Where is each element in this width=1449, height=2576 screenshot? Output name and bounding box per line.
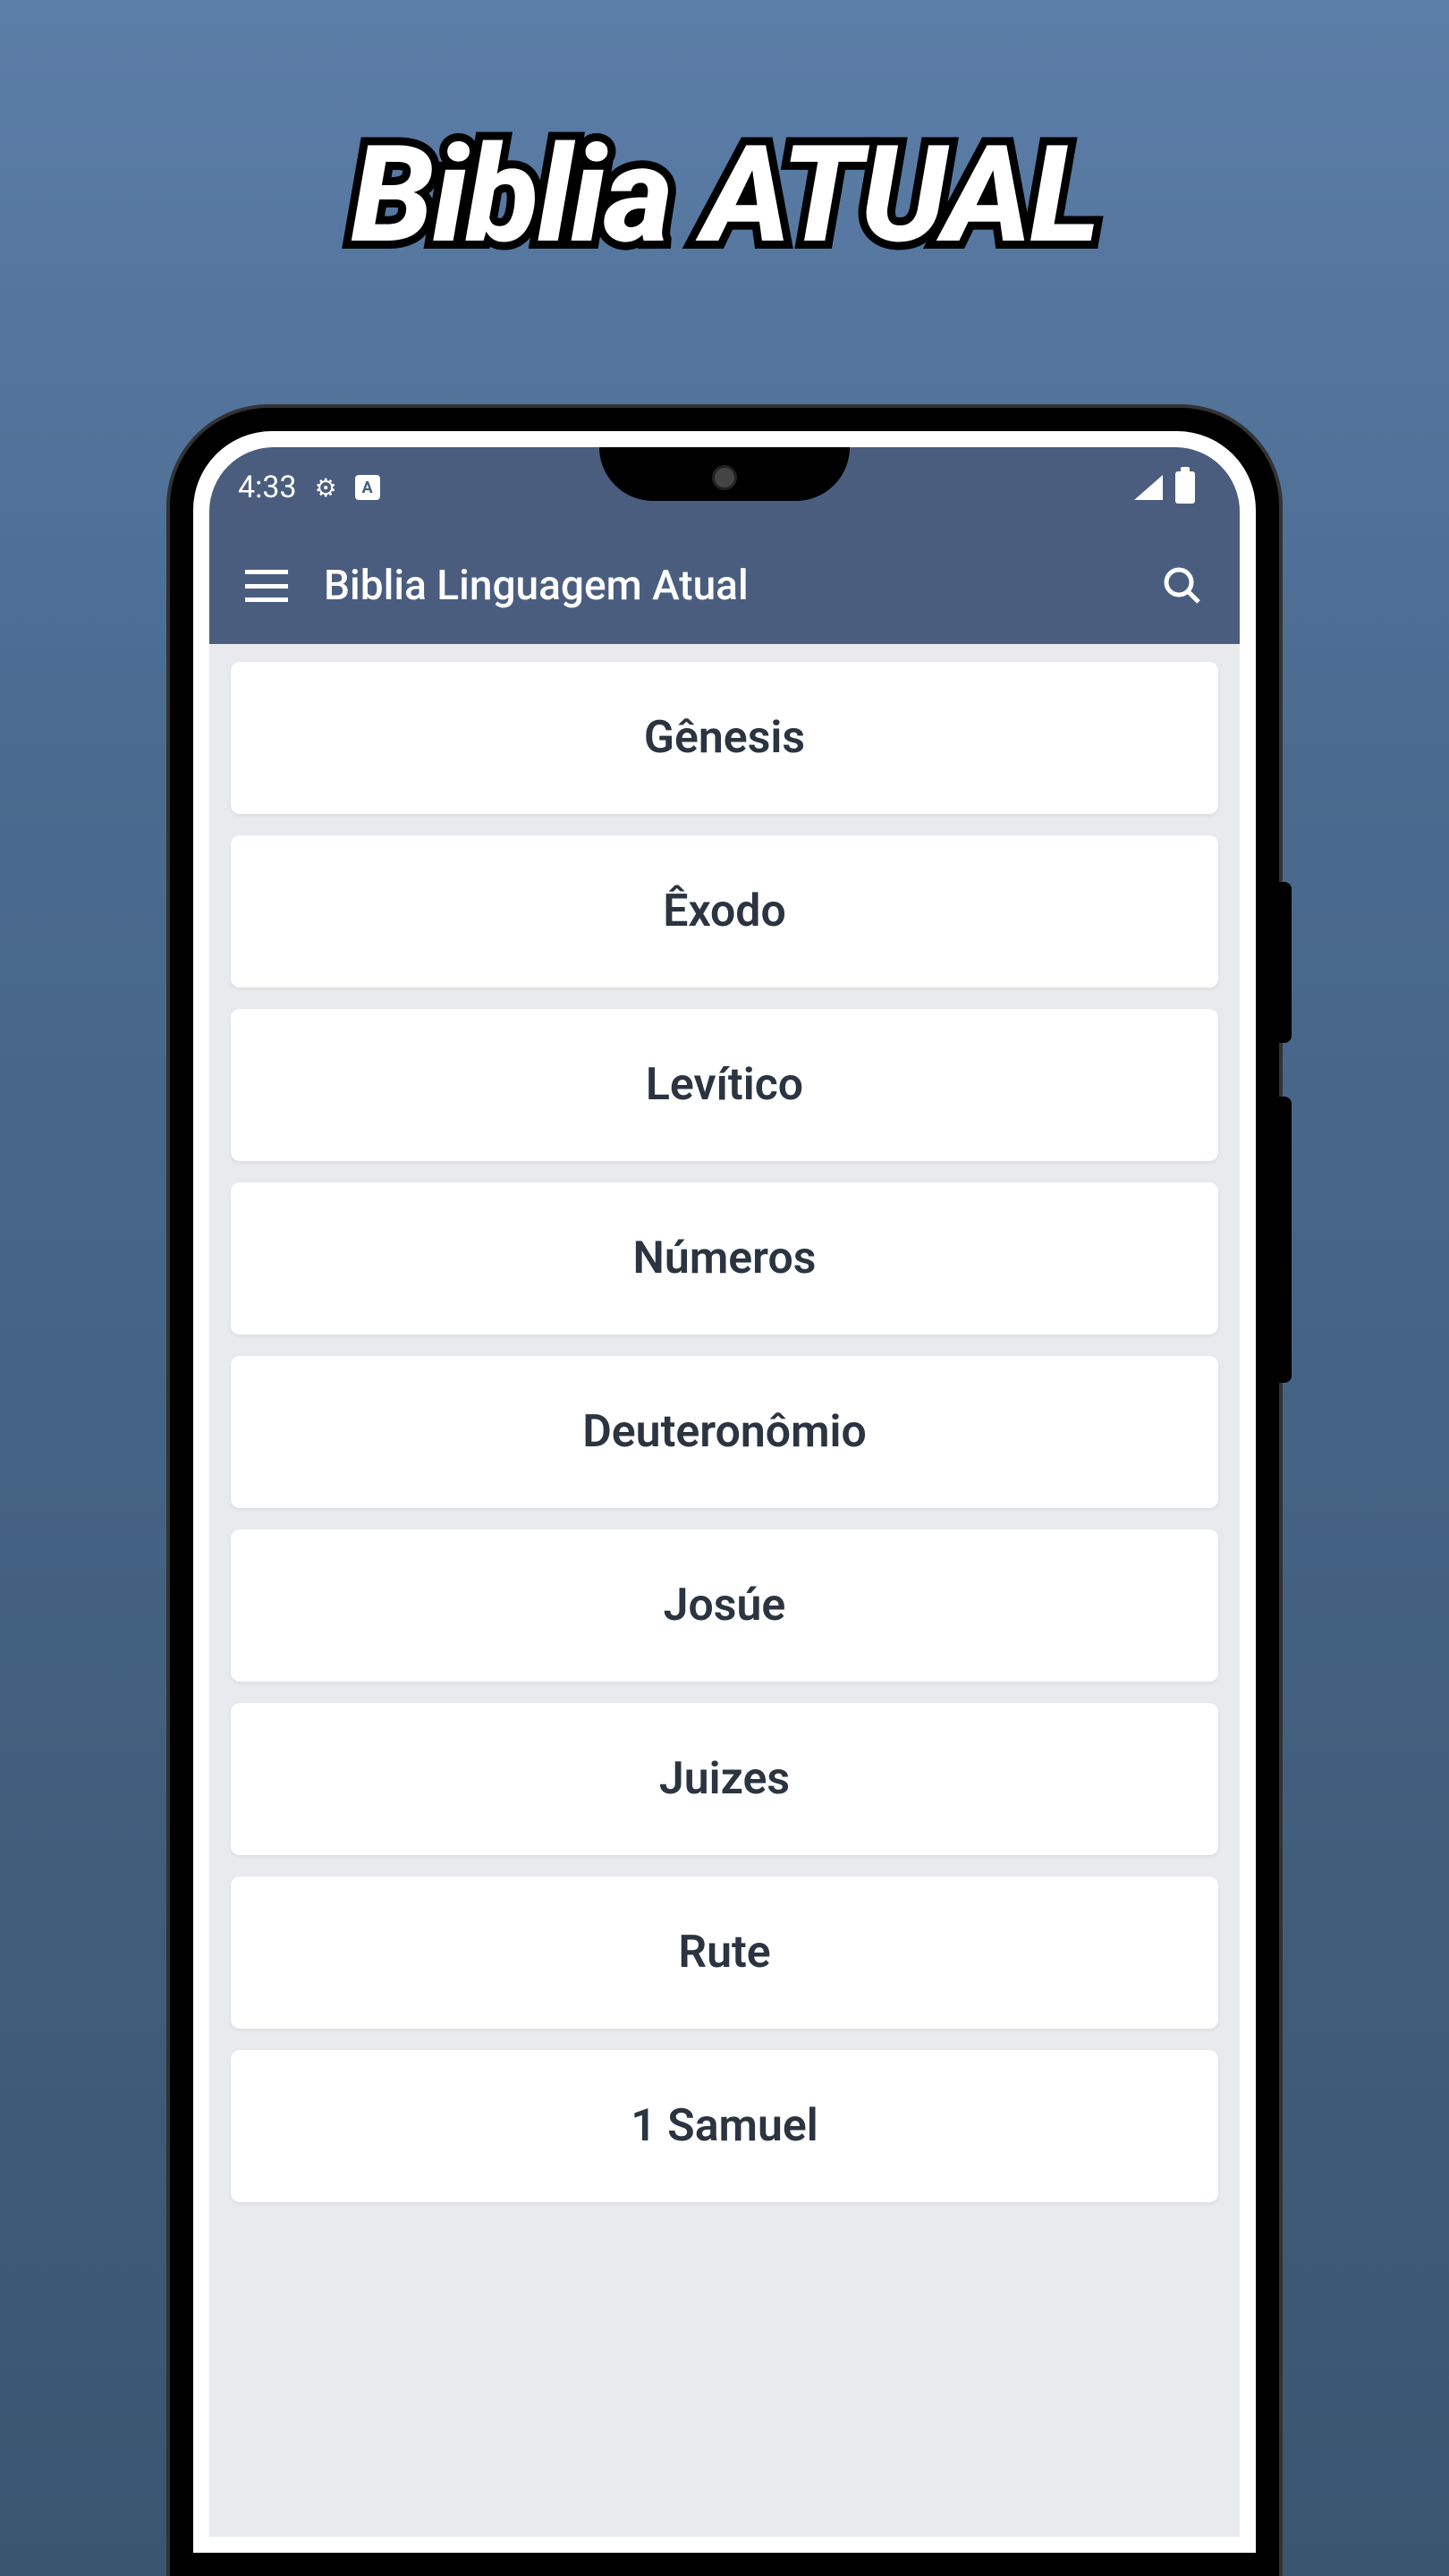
book-item[interactable]: Juizes — [231, 1703, 1218, 1855]
signal-icon — [1134, 475, 1163, 500]
book-item[interactable]: Deuteronômio — [231, 1356, 1218, 1508]
camera-icon — [712, 465, 737, 490]
phone-bezel: 4:33 ⚙ A Biblia Linguagem Atual — [193, 431, 1256, 2553]
book-item[interactable]: Números — [231, 1182, 1218, 1335]
book-list: Gênesis Êxodo Levítico Números Deuteronô… — [209, 644, 1240, 2220]
app-bar: Biblia Linguagem Atual — [209, 528, 1240, 644]
book-item[interactable]: Rute — [231, 1877, 1218, 2029]
settings-gear-icon: ⚙ — [315, 473, 337, 503]
book-item[interactable]: Josúe — [231, 1530, 1218, 1682]
status-left: 4:33 ⚙ A — [238, 470, 380, 505]
phone-notch — [599, 447, 850, 501]
battery-icon — [1175, 471, 1195, 504]
phone-frame: 4:33 ⚙ A Biblia Linguagem Atual — [170, 408, 1279, 2576]
book-item[interactable]: Gênesis — [231, 662, 1218, 814]
status-time: 4:33 — [238, 470, 297, 505]
phone-side-button — [1279, 1097, 1292, 1383]
hamburger-menu-icon[interactable] — [245, 570, 288, 602]
phone-side-button — [1279, 882, 1292, 1043]
book-item[interactable]: 1 Samuel — [231, 2050, 1218, 2202]
phone-screen: 4:33 ⚙ A Biblia Linguagem Atual — [209, 447, 1240, 2537]
status-right — [1134, 471, 1195, 504]
book-item[interactable]: Levítico — [231, 1009, 1218, 1161]
search-icon[interactable] — [1161, 564, 1204, 607]
app-title: Biblia Linguagem Atual — [324, 562, 1125, 610]
hero-title: Biblia ATUAL — [351, 116, 1098, 274]
app-badge-icon: A — [355, 475, 380, 500]
book-item[interactable]: Êxodo — [231, 835, 1218, 987]
